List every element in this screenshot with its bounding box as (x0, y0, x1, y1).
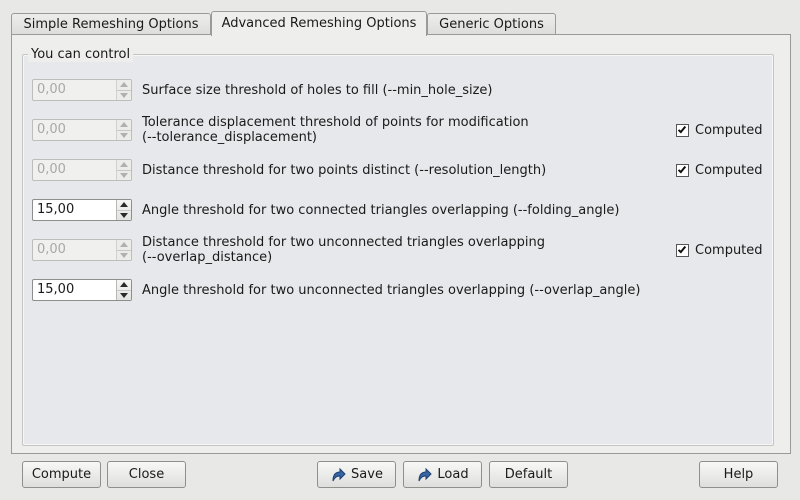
chevron-down-icon (120, 172, 128, 178)
tab-advanced-remeshing-options[interactable]: Advanced Remeshing Options (211, 11, 427, 36)
row-overlap-angle: 15,00 Angle threshold for two unconnecte… (32, 274, 762, 304)
tolerance-displacement-spinbox[interactable]: 0,00 (32, 119, 132, 141)
spin-up-button[interactable] (117, 80, 131, 90)
chevron-up-icon (120, 202, 128, 208)
spin-up-button[interactable] (117, 280, 131, 290)
chevron-down-icon (120, 132, 128, 138)
tab-bar: Simple Remeshing Options Advanced Remesh… (11, 11, 791, 36)
chevron-up-icon (120, 82, 128, 88)
tolerance-displacement-label: Tolerance displacement threshold of poin… (142, 115, 529, 145)
tab-generic-options[interactable]: Generic Options (427, 13, 556, 36)
spin-down-button[interactable] (117, 289, 131, 301)
tolerance-displacement-computed-checkbox[interactable]: Computed (676, 122, 763, 138)
chevron-down-icon (120, 292, 128, 298)
computed-label: Computed (695, 242, 763, 258)
spinbox-value: 0,00 (37, 162, 66, 177)
row-resolution-length: 0,00 Distance threshold for two points d… (32, 154, 763, 184)
spinbox-arrows (116, 80, 131, 100)
chevron-up-icon (120, 282, 128, 288)
row-overlap-distance: 0,00 Distance threshold for two unconnec… (32, 234, 763, 265)
resolution-length-spinbox[interactable]: 0,00 (32, 159, 132, 181)
default-button[interactable]: Default (489, 461, 568, 488)
overlap-angle-spinbox[interactable]: 15,00 (32, 279, 132, 301)
compute-button[interactable]: Compute (22, 461, 101, 488)
chevron-up-icon (120, 162, 128, 168)
chevron-down-icon (120, 212, 128, 218)
checkmark-icon (677, 244, 687, 253)
spin-down-button[interactable] (117, 169, 131, 181)
chevron-up-icon (120, 242, 128, 248)
help-button[interactable]: Help (699, 461, 778, 488)
chevron-down-icon (120, 92, 128, 98)
spin-down-button[interactable] (117, 209, 131, 221)
spin-down-button[interactable] (117, 129, 131, 141)
resolution-length-label: Distance threshold for two points distin… (142, 162, 547, 178)
tab-simple-remeshing-options[interactable]: Simple Remeshing Options (11, 13, 211, 36)
checkmark-icon (677, 164, 687, 173)
spinbox-value[interactable]: 15,00 (33, 280, 116, 300)
row-min-hole-size: 0,00 Surface size threshold of holes to … (32, 74, 762, 104)
spinbox-arrows (116, 240, 131, 260)
checkmark-icon (677, 124, 687, 133)
spinbox-arrows (116, 280, 131, 300)
overlap-distance-label: Distance threshold for two unconnected t… (142, 235, 546, 265)
folding-angle-label: Angle threshold for two connected triang… (142, 202, 620, 218)
checkbox[interactable] (676, 243, 689, 257)
spin-up-button[interactable] (117, 160, 131, 170)
min-hole-size-spinbox[interactable]: 0,00 (32, 79, 132, 101)
min-hole-size-label: Surface size threshold of holes to fill … (142, 82, 493, 98)
overlap-distance-spinbox[interactable]: 0,00 (32, 239, 132, 261)
spin-up-button[interactable] (117, 200, 131, 210)
spinbox-value: 0,00 (37, 242, 66, 257)
folding-angle-spinbox[interactable]: 15,00 (32, 199, 132, 221)
computed-label: Computed (695, 122, 763, 138)
load-arrow-icon (416, 467, 433, 483)
load-button[interactable]: Load (403, 461, 482, 488)
chevron-down-icon (120, 252, 128, 258)
spin-up-button[interactable] (117, 240, 131, 250)
save-arrow-icon (330, 467, 346, 483)
overlap-distance-computed-checkbox[interactable]: Computed (676, 242, 763, 258)
spinbox-value[interactable]: 15,00 (33, 200, 116, 220)
chevron-up-icon (120, 122, 128, 128)
spinbox-value: 0,00 (37, 82, 66, 97)
close-button[interactable]: Close (107, 461, 186, 488)
group-title: You can control (28, 47, 134, 62)
checkbox[interactable] (676, 123, 689, 137)
checkbox[interactable] (676, 163, 689, 177)
spin-up-button[interactable] (117, 120, 131, 130)
spinbox-arrows (116, 200, 131, 220)
resolution-length-computed-checkbox[interactable]: Computed (676, 162, 763, 178)
computed-label: Computed (695, 162, 763, 178)
spinbox-value: 0,00 (37, 122, 66, 137)
spin-down-button[interactable] (117, 89, 131, 101)
spin-down-button[interactable] (117, 249, 131, 261)
overlap-angle-label: Angle threshold for two unconnected tria… (142, 282, 641, 298)
spinbox-arrows (116, 120, 131, 140)
spinbox-arrows (116, 160, 131, 180)
row-folding-angle: 15,00 Angle threshold for two connected … (32, 194, 762, 224)
row-tolerance-displacement: 0,00 Tolerance displacement threshold of… (32, 114, 763, 145)
save-button[interactable]: Save (317, 461, 396, 488)
